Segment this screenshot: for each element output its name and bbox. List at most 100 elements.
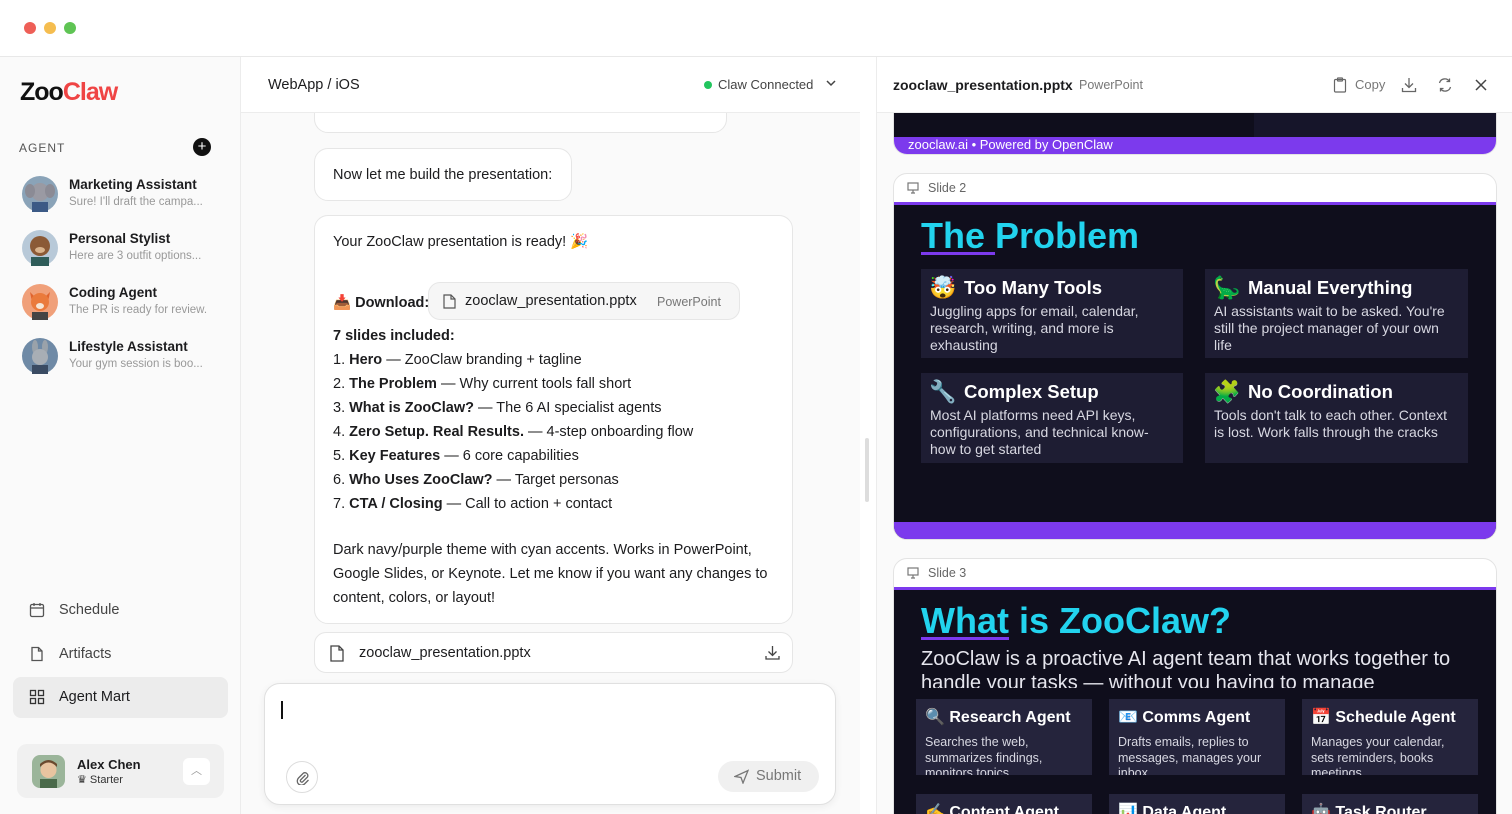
user-profile-card[interactable]: Alex Chen ♛ Starter ︿ [17,744,224,798]
slide-2-canvas: The Problem 🤯 Too Many Tools Juggling ap… [894,202,1496,539]
nav-item-artifacts[interactable]: Artifacts [13,634,228,675]
elephant-avatar [22,176,58,212]
slide-list-item: 7. CTA / Closing — Call to action + cont… [333,496,613,512]
preview-file-type: PowerPoint [1079,78,1143,92]
assistant-message-bubble: Your ZooClaw presentation is ready! 🎉 📥 … [314,215,793,624]
slide-list-item: 5. Key Features — 6 core capabilities [333,448,579,464]
agent-card: ✍️ Content Agent [916,794,1092,814]
problem-card: 🧩 No Coordination Tools don't talk to ea… [1205,373,1468,463]
refresh-icon[interactable] [1437,76,1453,94]
agent-card: 🤖 Task Router [1302,794,1478,814]
inbox-tray-icon: 📥 [333,295,356,311]
slide-label: Slide 2 [928,181,967,195]
assistant-message-bubble: Now let me build the presentation: [314,148,572,201]
panel-resize-handle[interactable] [865,438,869,502]
add-agent-button[interactable]: + [193,138,211,156]
slide-list-item: 3. What is ZooClaw? — The 6 AI specialis… [333,400,662,416]
slide-3-canvas: What is ZooClaw? ZooClaw is a proactive … [894,587,1496,814]
rabbit-avatar [22,338,58,374]
slide-footer-bar [894,522,1496,539]
slide-list-item: 6. Who Uses ZooClaw? — Target personas [333,472,619,488]
agent-item-marketing-assistant[interactable]: Marketing Assistant Sure! I'll draft the… [22,174,222,218]
nav-item-schedule[interactable]: Schedule [13,590,228,631]
status-dot [704,81,712,89]
chat-panel: Now let me build the presentation: Your … [241,57,860,814]
agent-card: 📊 Data Agent [1109,794,1285,814]
submit-button[interactable]: Submit [718,761,819,792]
slides-list: 7 slides included: 1. Hero — ZooClaw bra… [333,324,693,516]
nav-label: Artifacts [59,646,112,662]
exploding-head-icon: 🤯 [929,275,957,300]
file-chip-name: zooclaw_presentation.pptx [465,293,637,309]
slide-label-row: Slide 3 [894,559,1496,587]
crown-icon: ♛ [77,774,90,786]
beaver-avatar [22,230,58,266]
slide-3[interactable]: Slide 3 What is ZooClaw? ZooClaw is a pr… [893,558,1497,814]
attachment-card[interactable]: zooclaw_presentation.pptx [314,632,793,673]
dinosaur-icon: 🦕 [1213,275,1241,300]
copy-button[interactable]: Copy [1333,76,1393,94]
minimize-window-button[interactable] [44,22,56,34]
close-window-button[interactable] [24,22,36,34]
nav-item-agent-mart[interactable]: Agent Mart [13,677,228,718]
closing-text: Dark navy/purple theme with cyan accents… [333,542,768,606]
send-icon [734,769,749,784]
agent-name: Lifestyle Assistant [69,339,188,354]
calendar-icon [29,603,45,618]
slide-title: The Problem [921,215,1140,256]
presentation-icon [907,567,919,579]
agent-item-coding-agent[interactable]: Coding Agent The PR is ready for review. [22,282,222,326]
slide-list-item: 2. The Problem — Why current tools fall … [333,376,632,392]
preview-header: zooclaw_presentation.pptx PowerPoint Cop… [877,57,1512,113]
agent-card: 📅 Schedule Agent Manages your calendar, … [1302,699,1478,775]
user-avatar [32,755,65,788]
preview-file-name: zooclaw_presentation.pptx [893,77,1073,93]
connection-status[interactable]: Claw Connected [718,77,813,92]
agent-preview: Sure! I'll draft the campa... [69,196,203,208]
agent-preview: Your gym session is boo... [69,358,203,370]
agent-name: Coding Agent [69,285,157,300]
user-name: Alex Chen [77,757,141,772]
message-composer[interactable]: Submit [264,683,836,805]
slide-label-row: Slide 2 [894,174,1496,202]
download-icon[interactable] [765,645,780,660]
text-caret [281,701,283,719]
slide-1-footer-bar: zooclaw.ai • Powered by OpenClaw [894,137,1496,154]
submit-label: Submit [756,768,802,784]
file-chip-type: PowerPoint [657,295,721,309]
problem-card: 🤯 Too Many Tools Juggling apps for email… [921,269,1183,358]
attach-button[interactable] [286,761,318,793]
agent-card: 📧 Comms Agent Drafts emails, replies to … [1109,699,1285,775]
clipboard-icon [1333,77,1347,93]
slide-subtitle: ZooClaw is a proactive AI agent team tha… [921,648,1451,688]
download-label: 📥 Download: [333,295,430,311]
presentation-icon [907,182,919,194]
sidebar: ZooClaw AGENT + Marketing Assistant Sure… [0,57,241,814]
agent-preview: The PR is ready for review. [69,304,208,316]
close-icon[interactable] [1474,76,1488,94]
app-logo[interactable]: ZooClaw [20,78,118,107]
agent-card: 🔍 Research Agent Searches the web, summa… [916,699,1092,775]
slides-heading: 7 slides included: [333,328,455,344]
file-icon [330,645,344,662]
slide-list-item: 4. Zero Setup. Real Results. — 4-step on… [333,424,694,440]
maximize-window-button[interactable] [64,22,76,34]
chevron-up-icon[interactable]: ︿ [183,758,210,785]
nav-label: Agent Mart [59,689,130,705]
chevron-down-icon[interactable] [825,77,837,89]
slide-footer-text: zooclaw.ai • Powered by OpenClaw [908,137,1113,152]
window-titlebar [0,0,1512,57]
message-text: Now let me build the presentation: [333,167,553,183]
fox-avatar [22,284,58,320]
problem-card: 🔧 Complex Setup Most AI platforms need A… [921,373,1183,463]
slide-2[interactable]: Slide 2 The Problem 🤯 Too Many Tools Jug… [893,173,1497,540]
user-plan: ♛ Starter [77,774,123,786]
agent-item-personal-stylist[interactable]: Personal Stylist Here are 3 outfit optio… [22,228,222,272]
slide-list-item: 1. Hero — ZooClaw branding + tagline [333,352,582,368]
file-chip[interactable]: zooclaw_presentation.pptx PowerPoint [428,282,740,320]
agent-item-lifestyle-assistant[interactable]: Lifestyle Assistant Your gym session is … [22,336,222,380]
paperclip-icon [296,772,309,785]
download-icon[interactable] [1401,76,1417,94]
agent-section-label: AGENT [19,141,66,155]
problem-card: 🦕 Manual Everything AI assistants wait t… [1205,269,1468,358]
